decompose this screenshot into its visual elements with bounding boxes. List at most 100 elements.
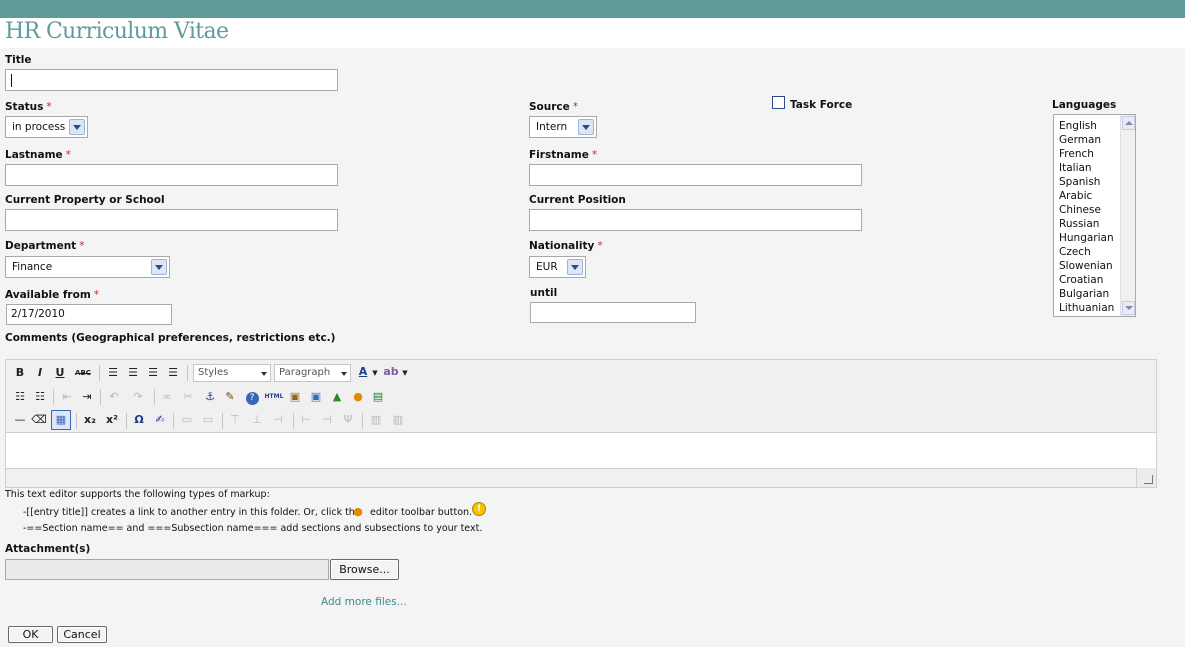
required-marker: * <box>93 289 100 301</box>
insert-row-before-icon[interactable]: ⊤ <box>227 411 243 429</box>
subscript-button[interactable]: x₂ <box>81 411 99 429</box>
info-icon[interactable]: ! <box>472 502 486 516</box>
font-color-icon[interactable]: A <box>356 363 370 381</box>
insert-col-before-icon[interactable]: ⊢ <box>298 411 314 429</box>
link-icon[interactable]: ∞ <box>159 388 175 406</box>
strikethrough-button[interactable]: ABC <box>72 364 94 382</box>
text-caret <box>11 74 12 87</box>
language-option[interactable]: Croatian <box>1059 274 1103 286</box>
insert-col-after-icon[interactable]: ⊣ <box>319 411 335 429</box>
align-justify-icon[interactable]: ☰ <box>164 364 182 382</box>
table-cell-props-icon[interactable]: ▭ <box>200 411 216 429</box>
delete-row-icon[interactable]: ⊣ <box>270 411 286 429</box>
redo-icon[interactable]: ↷ <box>130 388 146 406</box>
scroll-up-icon[interactable] <box>1122 116 1135 130</box>
scroll-down-icon[interactable] <box>1122 301 1135 315</box>
italic-button[interactable]: I <box>32 364 48 382</box>
required-marker: * <box>65 149 71 161</box>
table-row-props-icon[interactable]: ▭ <box>179 411 195 429</box>
anchor-icon[interactable]: ⚓ <box>202 388 218 406</box>
languages-listbox[interactable]: English German French Italian Spanish Ar… <box>1053 114 1136 317</box>
eraser-icon[interactable]: ⌫ <box>31 411 47 429</box>
nationality-label: Nationality * <box>529 240 603 252</box>
image-icon[interactable]: ▣ <box>287 388 303 406</box>
lastname-input[interactable] <box>5 164 338 186</box>
film-icon[interactable]: ▤ <box>370 388 386 406</box>
language-option[interactable]: Hungarian <box>1059 232 1114 244</box>
image-upload-icon[interactable]: ▲ <box>329 388 345 406</box>
superscript-button[interactable]: x² <box>103 411 121 429</box>
bold-button[interactable]: B <box>12 364 28 382</box>
browse-button[interactable]: Browse... <box>330 559 399 580</box>
resize-handle-icon[interactable] <box>1136 468 1156 487</box>
media-icon[interactable]: ▣ <box>308 388 324 406</box>
task-force-label: Task Force <box>790 99 853 111</box>
language-option[interactable]: Chinese <box>1059 204 1101 216</box>
language-option[interactable]: English <box>1059 120 1097 132</box>
highlight-color-icon[interactable]: ab <box>383 363 399 381</box>
language-option[interactable]: Bulgarian <box>1059 288 1109 300</box>
source-select[interactable]: Intern <box>529 116 597 138</box>
paste-text-icon[interactable]: ✍ <box>152 411 168 429</box>
department-select[interactable]: Finance <box>5 256 170 278</box>
align-left-icon[interactable]: ☰ <box>104 364 122 382</box>
split-cells-icon[interactable]: ▥ <box>368 411 384 429</box>
language-option[interactable]: German <box>1059 134 1101 146</box>
delete-col-icon[interactable]: Ψ <box>340 411 356 429</box>
ok-button[interactable]: OK <box>8 626 53 643</box>
internal-link-icon[interactable]: ● <box>350 388 366 406</box>
insert-row-after-icon[interactable]: ⊥ <box>249 411 265 429</box>
language-option[interactable]: Italian <box>1059 162 1092 174</box>
toolbar-separator <box>362 413 363 429</box>
merge-cells-icon[interactable]: ▥ <box>390 411 406 429</box>
until-input[interactable] <box>530 302 696 323</box>
lastname-label: Lastname * <box>5 149 71 161</box>
table-icon[interactable]: ▦ <box>51 410 71 430</box>
task-force-checkbox[interactable] <box>772 96 785 109</box>
status-select[interactable]: in process <box>5 116 88 138</box>
available-from-input[interactable]: 2/17/2010 <box>6 304 172 325</box>
chevron-down-icon[interactable]: ▼ <box>401 364 409 382</box>
status-label: Status * <box>5 101 52 113</box>
underline-button[interactable]: U <box>52 364 68 382</box>
horizontal-rule-icon[interactable]: — <box>12 411 28 429</box>
align-center-icon[interactable]: ☰ <box>124 364 142 382</box>
nationality-select[interactable]: EUR <box>529 256 586 278</box>
markup-intro: This text editor supports the following … <box>5 489 270 500</box>
title-input[interactable] <box>5 69 338 91</box>
numbered-list-icon[interactable]: ☷ <box>32 388 48 406</box>
file-path-input[interactable] <box>5 559 329 580</box>
required-marker: * <box>46 101 52 113</box>
language-option[interactable]: Arabic <box>1059 190 1092 202</box>
current-position-input[interactable] <box>529 209 862 231</box>
cancel-button[interactable]: Cancel <box>57 626 107 643</box>
language-option[interactable]: Slowenian <box>1059 260 1113 272</box>
unlink-icon[interactable]: ✂ <box>180 388 196 406</box>
comments-edit-area[interactable] <box>6 432 1156 469</box>
bullet-list-icon[interactable]: ☷ <box>12 388 28 406</box>
paragraph-format-select[interactable]: Paragraph <box>274 364 351 382</box>
language-option[interactable]: Russian <box>1059 218 1099 230</box>
toolbar-separator <box>100 389 101 405</box>
add-more-files-link[interactable]: Add more files... <box>321 596 407 608</box>
toolbar-separator <box>99 365 100 381</box>
special-character-button[interactable]: Ω <box>131 411 147 429</box>
chevron-down-icon[interactable]: ▼ <box>371 364 379 382</box>
styles-select[interactable]: Styles <box>193 364 271 382</box>
language-option[interactable]: Czech <box>1059 246 1091 258</box>
html-source-button[interactable]: HTML <box>264 388 284 406</box>
align-right-icon[interactable]: ☰ <box>144 364 162 382</box>
language-option[interactable]: Lithuanian <box>1059 302 1114 314</box>
current-property-label: Current Property or School <box>5 194 165 206</box>
internal-link-icon: ● <box>353 505 363 518</box>
language-option[interactable]: French <box>1059 148 1094 160</box>
cleanup-icon[interactable]: ✎ <box>222 388 238 406</box>
languages-scrollbar[interactable] <box>1120 115 1135 316</box>
undo-icon[interactable]: ↶ <box>106 388 122 406</box>
language-option[interactable]: Spanish <box>1059 176 1100 188</box>
current-property-input[interactable] <box>5 209 338 231</box>
indent-icon[interactable]: ⇥ <box>79 388 95 406</box>
outdent-icon[interactable]: ⇤ <box>59 388 75 406</box>
help-icon[interactable]: ? <box>244 388 260 406</box>
firstname-input[interactable] <box>529 164 862 186</box>
